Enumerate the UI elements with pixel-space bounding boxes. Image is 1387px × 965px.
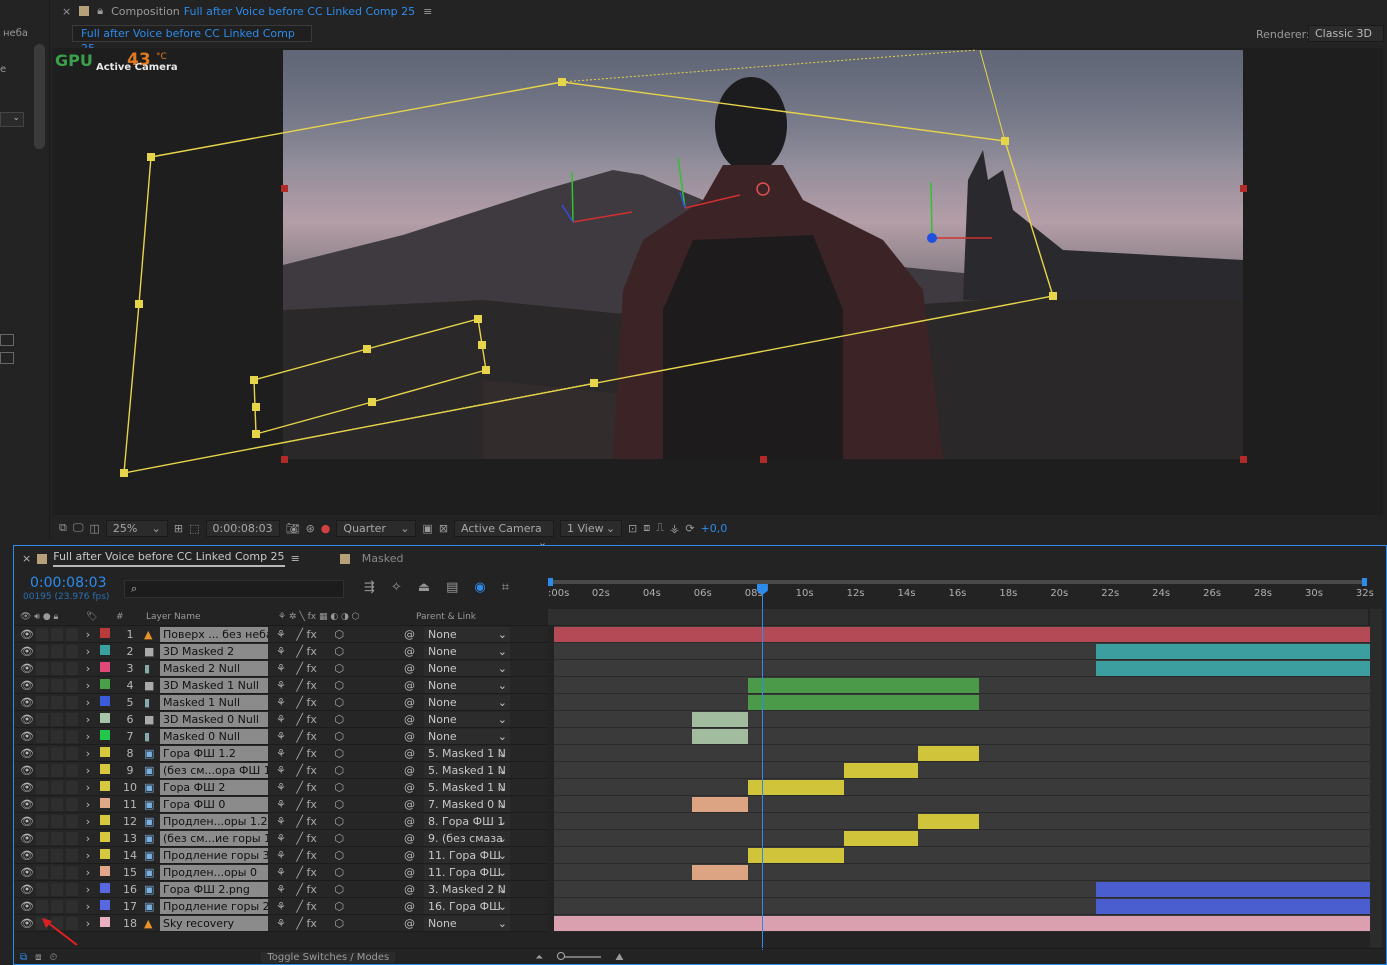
annotation-arrow <box>42 918 78 946</box>
